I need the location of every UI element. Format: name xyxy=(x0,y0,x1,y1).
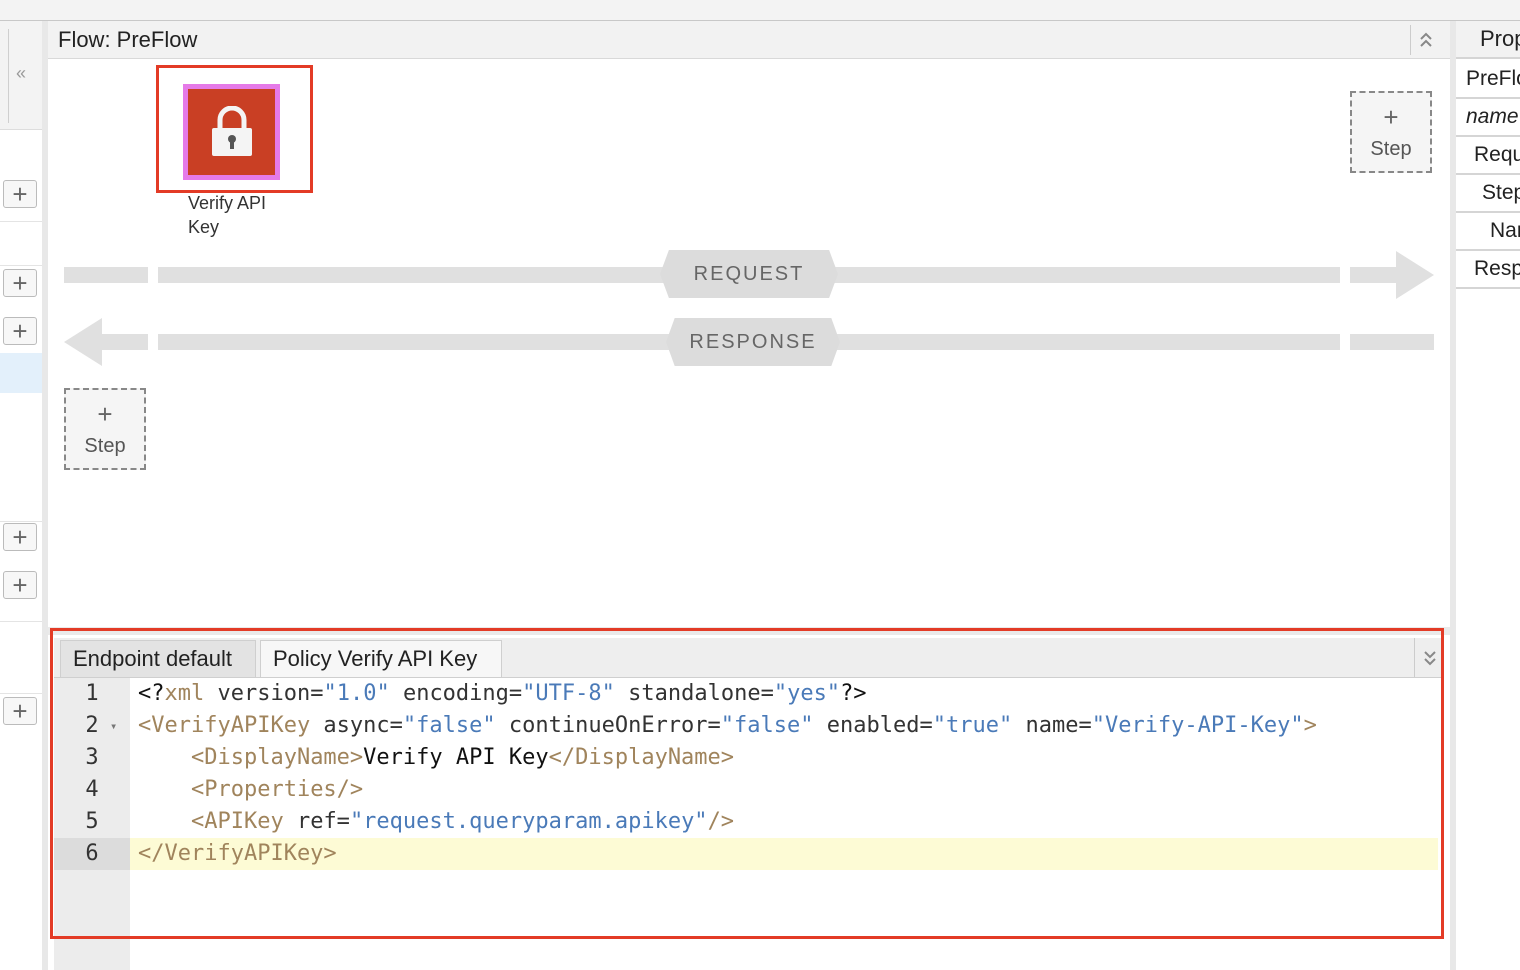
properties-title: Prop xyxy=(1456,21,1520,59)
property-row[interactable]: Step xyxy=(1456,175,1520,213)
property-row[interactable]: Resp xyxy=(1456,251,1520,289)
property-row[interactable]: Requ xyxy=(1456,137,1520,175)
property-row[interactable]: Nar xyxy=(1456,213,1520,251)
divider xyxy=(0,621,42,622)
properties-panel: Prop PreFlo name Requ Step Nar Resp xyxy=(1456,21,1520,970)
plus-icon: + xyxy=(12,522,28,552)
request-label: REQUEST xyxy=(660,250,838,298)
plus-icon: + xyxy=(12,268,28,298)
add-step-request-button[interactable]: + Step xyxy=(1350,91,1432,173)
divider xyxy=(8,29,9,123)
collapse-zone: « xyxy=(0,21,42,130)
collapse-left-icon[interactable]: « xyxy=(16,63,26,84)
property-row[interactable]: PreFlo xyxy=(1456,61,1520,99)
response-lane xyxy=(102,334,148,350)
add-flow-button[interactable]: + xyxy=(3,697,37,725)
flow-title: Flow: PreFlow xyxy=(58,27,198,52)
divider xyxy=(0,221,42,222)
flow-panel: Flow: PreFlow Verify API Key + Step REQU… xyxy=(48,21,1450,970)
plus-icon: + xyxy=(12,179,28,209)
divider xyxy=(0,265,42,266)
add-flow-button[interactable]: + xyxy=(3,180,37,208)
step-label: Step xyxy=(1370,137,1412,160)
add-flow-button[interactable]: + xyxy=(3,571,37,599)
step-label: Step xyxy=(84,434,126,457)
editor-highlight-box xyxy=(50,628,1444,939)
left-navigator: « + + + + + + xyxy=(0,21,43,970)
add-flow-button[interactable]: + xyxy=(3,317,37,345)
divider xyxy=(0,693,42,694)
response-label: RESPONSE xyxy=(666,318,840,366)
add-flow-button[interactable]: + xyxy=(3,269,37,297)
plus-icon: + xyxy=(12,696,28,726)
plus-icon: + xyxy=(1383,101,1399,132)
add-step-response-button[interactable]: + Step xyxy=(64,388,146,470)
response-lane xyxy=(1350,334,1434,350)
top-strip xyxy=(0,0,1520,21)
nav-selected-row[interactable] xyxy=(0,353,42,393)
flow-header: Flow: PreFlow xyxy=(48,21,1450,59)
plus-icon: + xyxy=(12,316,28,346)
request-lane xyxy=(1350,267,1396,283)
request-arrow-icon xyxy=(1396,251,1434,299)
lock-icon xyxy=(211,106,252,156)
request-lane xyxy=(64,267,148,283)
plus-icon: + xyxy=(97,398,113,429)
verify-api-key-policy[interactable] xyxy=(183,84,280,180)
policy-label: Verify API Key xyxy=(188,193,267,237)
response-arrow-icon xyxy=(64,318,102,366)
collapse-up-icon[interactable] xyxy=(1410,25,1441,55)
double-chevron-up-icon xyxy=(1420,32,1432,47)
property-row[interactable]: name xyxy=(1456,99,1520,137)
plus-icon: + xyxy=(12,570,28,600)
add-flow-button[interactable]: + xyxy=(3,523,37,551)
